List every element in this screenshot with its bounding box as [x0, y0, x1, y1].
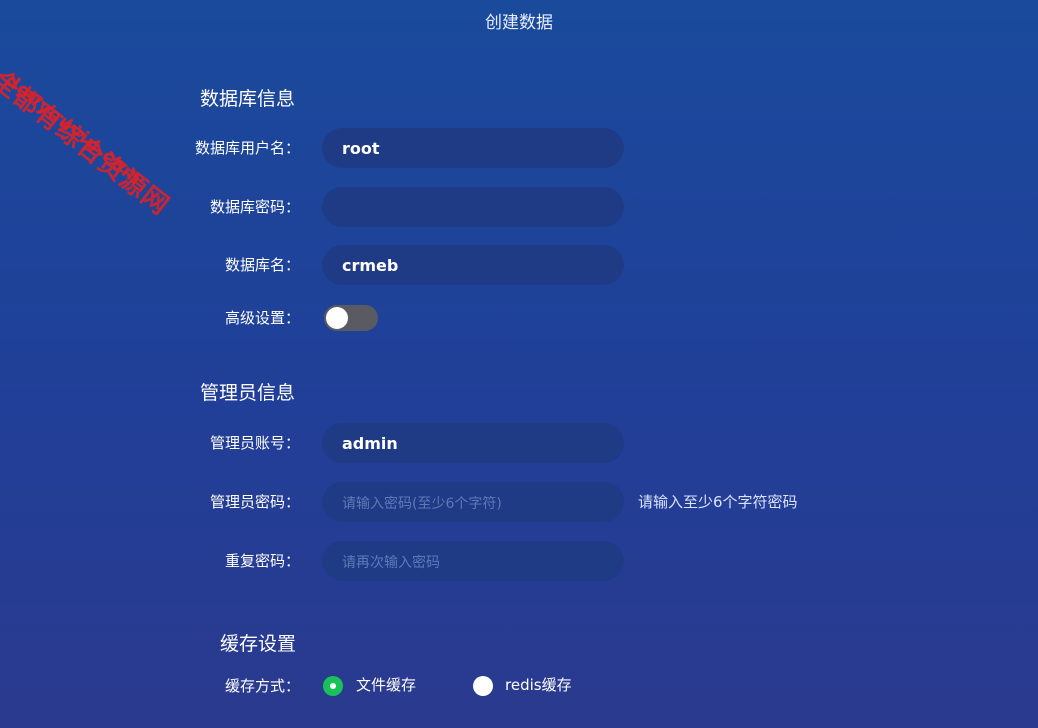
page-title: 创建数据: [485, 13, 553, 33]
admin-account-input[interactable]: [322, 423, 624, 463]
admin-password-label: 管理员密码：: [209, 493, 300, 511]
db-username-label: 数据库用户名：: [194, 139, 300, 157]
toggle-knob: [326, 307, 348, 329]
radio-redis-cache[interactable]: [473, 676, 493, 696]
db-name-input[interactable]: [322, 245, 624, 285]
cache-mode-label: 缓存方式：: [224, 677, 300, 695]
advanced-settings-toggle[interactable]: [324, 305, 378, 331]
db-password-label: 数据库密码：: [209, 198, 300, 216]
admin-password-input[interactable]: [322, 482, 624, 522]
db-username-input[interactable]: [322, 128, 624, 168]
repeat-password-input[interactable]: [322, 541, 624, 581]
radio-redis-cache-label[interactable]: redis缓存: [505, 674, 572, 695]
admin-account-label: 管理员账号：: [209, 434, 300, 452]
admin-password-hint: 请输入至少6个字符密码: [638, 493, 798, 511]
db-password-input[interactable]: [322, 187, 624, 227]
advanced-settings-label: 高级设置：: [224, 309, 300, 327]
section-title-database: 数据库信息: [200, 88, 296, 110]
section-title-admin: 管理员信息: [200, 382, 296, 404]
db-name-label: 数据库名：: [224, 256, 300, 274]
section-title-cache: 缓存设置: [220, 633, 297, 655]
radio-file-cache[interactable]: [323, 676, 343, 696]
repeat-password-label: 重复密码：: [224, 552, 300, 570]
radio-file-cache-label[interactable]: 文件缓存: [356, 674, 416, 695]
